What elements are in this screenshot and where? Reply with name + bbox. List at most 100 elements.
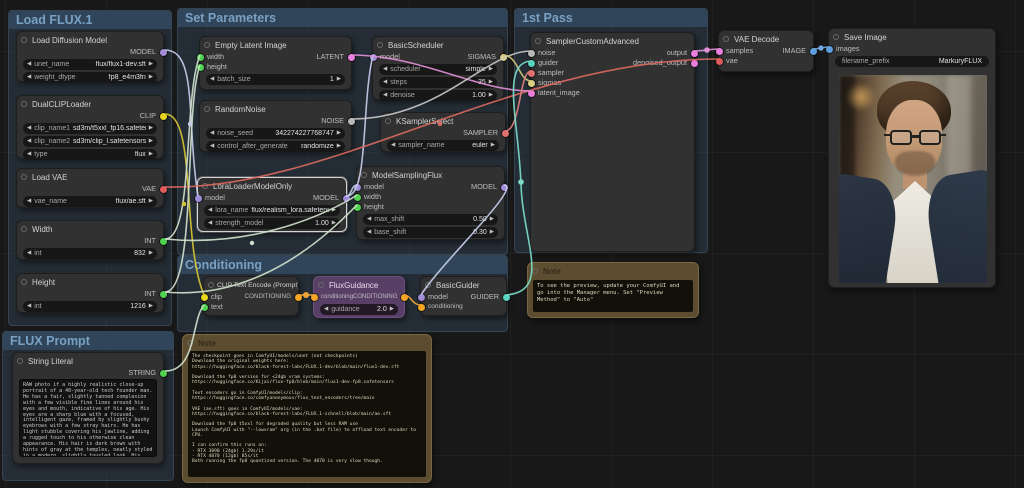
widget-int[interactable]: ◀ int 832 ▶ (23, 248, 157, 259)
node-title[interactable]: CLIP Text Encode (Prompt) (204, 277, 298, 292)
left-arrow-icon[interactable]: ◀ (27, 125, 31, 132)
widget-strength-model[interactable]: ◀ strength_model 1.00 ▶ (204, 218, 340, 229)
widget-vae-name[interactable]: ◀ vae_name flux/ae.sft ▶ (23, 196, 157, 207)
vae-input-port[interactable] (715, 57, 723, 65)
noise-input-port[interactable] (527, 49, 535, 57)
right-arrow-icon[interactable]: ▶ (149, 250, 153, 257)
node-clip-text-encode[interactable]: CLIP Text Encode (Prompt) clip CONDITIONI… (200, 276, 302, 316)
sampler-input-port[interactable] (527, 69, 535, 77)
node-note-preview[interactable]: Note To see the preview, update your Com… (527, 262, 699, 318)
latent-output-port[interactable] (347, 53, 355, 61)
node-load-vae[interactable]: Load VAE VAE ◀ vae_name flux/ae.sft ▶ (16, 168, 167, 208)
node-sampler-custom-advanced[interactable]: SamplerCustomAdvanced noise output guider… (527, 32, 698, 252)
node-save-image[interactable]: Save Image images filename_prefix Markury… (825, 28, 996, 288)
comfyui-node-graph-canvas[interactable]: Load FLUX.1 Set Parameters 1st Pass Cond… (0, 0, 1024, 488)
node-title[interactable]: KSamplerSelect (381, 113, 505, 128)
widget-clip-name1[interactable]: ◀clip_name1sd3m/t5xxl_fp16.safetensors▶ (23, 123, 157, 134)
model-output-port[interactable] (342, 194, 350, 202)
group-flux-prompt-header[interactable]: FLUX Prompt (3, 332, 173, 350)
right-arrow-icon[interactable]: ▶ (489, 92, 493, 99)
right-arrow-icon[interactable]: ▶ (332, 220, 336, 227)
node-model-sampling-flux[interactable]: ModelSamplingFlux model MODEL width heigh… (353, 166, 508, 240)
text-input-port[interactable] (200, 303, 208, 311)
node-title[interactable]: Load VAE (17, 169, 163, 184)
width-input-port[interactable] (353, 193, 361, 201)
node-height[interactable]: Height INT ◀ int 1216 ▶ (16, 273, 167, 313)
right-arrow-icon[interactable]: ▶ (149, 138, 153, 145)
right-arrow-icon[interactable]: ▶ (489, 79, 493, 86)
node-width[interactable]: Width INT ◀ int 832 ▶ (16, 220, 167, 260)
widget-guidance[interactable]: ◀ guidance 2.0 ▶ (320, 304, 398, 315)
right-arrow-icon[interactable]: ▶ (337, 130, 341, 137)
right-arrow-icon[interactable]: ▶ (149, 151, 153, 158)
node-load-diffusion-model[interactable]: Load Diffusion Model MODEL ◀ unet_name flu… (16, 31, 167, 83)
right-arrow-icon[interactable]: ▶ (149, 198, 153, 205)
left-arrow-icon[interactable]: ◀ (27, 250, 31, 257)
node-title[interactable]: Height (17, 274, 163, 289)
node-title[interactable]: Note (528, 263, 698, 278)
node-dual-clip-loader[interactable]: DualCLIPLoader CLIP ◀ clip_name1 sd3m/t5xx… (16, 95, 167, 160)
int-output-port[interactable] (159, 237, 167, 245)
right-arrow-icon[interactable]: ▶ (490, 216, 494, 223)
node-flux-guidance[interactable]: FluxGuidance conditioning CONDITIONING ◀ g… (310, 276, 408, 318)
left-arrow-icon[interactable]: ◀ (208, 207, 212, 214)
node-vae-decode[interactable]: VAE Decode samples IMAGE vae (715, 30, 817, 72)
model-input-port[interactable] (369, 53, 377, 61)
node-random-noise[interactable]: RandomNoise NOISE ◀ noise_seed 34227422776… (199, 100, 355, 152)
right-arrow-icon[interactable]: ▶ (491, 142, 495, 149)
left-arrow-icon[interactable]: ◀ (383, 66, 387, 73)
samples-input-port[interactable] (715, 47, 723, 55)
sigmas-output-port[interactable] (499, 53, 507, 61)
clip-input-port[interactable] (200, 293, 208, 301)
widget-weight-dtype[interactable]: ◀ weight_dtype fp8_e4m3fn ▶ (23, 72, 157, 83)
node-title[interactable]: Width (17, 221, 163, 236)
left-arrow-icon[interactable]: ◀ (27, 198, 31, 205)
node-basic-scheduler[interactable]: BasicScheduler model SIGMAS ◀ scheduler sim… (369, 36, 507, 101)
widget-int[interactable]: ◀ int 1216 ▶ (23, 301, 157, 312)
denoised-output-port[interactable] (690, 59, 698, 67)
widget-base-shift[interactable]: ◀ base_shift 0.30 ▶ (363, 227, 498, 238)
widget-noise-seed[interactable]: ◀ noise_seed 342274227768747 ▶ (206, 128, 345, 139)
model-input-port[interactable] (194, 194, 202, 202)
model-output-port[interactable] (159, 48, 167, 56)
right-arrow-icon[interactable]: ▶ (390, 306, 394, 313)
right-arrow-icon[interactable]: ▶ (149, 125, 153, 132)
node-lora-loader-model-only[interactable]: LoraLoaderModelOnly model MODEL ◀ lora_nam… (194, 177, 350, 232)
widget-denoise[interactable]: ◀ denoise 1.00 ▶ (379, 90, 497, 101)
widget-lora-name[interactable]: ◀lora_nameflux/realism_lora.safetensors ▶ (204, 205, 340, 216)
left-arrow-icon[interactable]: ◀ (27, 61, 31, 68)
node-basic-guider[interactable]: BasicGuider model GUIDER conditioning (417, 276, 510, 316)
node-title[interactable]: VAE Decode (719, 31, 813, 46)
clip-output-port[interactable] (159, 112, 167, 120)
latent-image-input-port[interactable] (527, 89, 535, 97)
model-input-port[interactable] (353, 183, 361, 191)
node-ksampler-select[interactable]: KSamplerSelect SAMPLER ◀ sampler_name eule… (380, 112, 509, 152)
group-load-flux-header[interactable]: Load FLUX.1 (9, 11, 171, 29)
node-empty-latent-image[interactable]: Empty Latent Image width LATENT height ◀ b… (196, 36, 355, 90)
images-input-port[interactable] (825, 45, 833, 53)
height-input-port[interactable] (353, 203, 361, 211)
conditioning-input-port[interactable] (310, 293, 318, 301)
node-title[interactable]: DualCLIPLoader (17, 96, 163, 111)
left-arrow-icon[interactable]: ◀ (27, 74, 31, 81)
sigmas-input-port[interactable] (527, 79, 535, 87)
right-arrow-icon[interactable]: ▶ (149, 61, 153, 68)
node-title[interactable]: ModelSamplingFlux (357, 167, 504, 182)
model-output-port[interactable] (500, 183, 508, 191)
sampler-output-port[interactable] (501, 129, 509, 137)
widget-filename-prefix[interactable]: filename_prefix MarkuryFLUX (835, 56, 989, 67)
widget-control-after-generate[interactable]: ◀ control_after_generate randomize ▶ (206, 141, 345, 152)
node-title[interactable]: Save Image (829, 29, 995, 44)
left-arrow-icon[interactable]: ◀ (210, 76, 214, 83)
image-output-port[interactable] (809, 47, 817, 55)
left-arrow-icon[interactable]: ◀ (27, 303, 31, 310)
conditioning-output-port[interactable] (294, 293, 302, 301)
widget-unet-name[interactable]: ◀ unet_name flux/flux1-dev.sft ▶ (23, 59, 157, 70)
right-arrow-icon[interactable]: ▶ (149, 74, 153, 81)
vae-output-port[interactable] (159, 185, 167, 193)
conditioning-input-port[interactable] (417, 303, 425, 311)
left-arrow-icon[interactable]: ◀ (391, 142, 395, 149)
widget-steps[interactable]: ◀ steps 35 ▶ (379, 77, 497, 88)
widget-sampler-name[interactable]: ◀ sampler_name euler ▶ (387, 140, 499, 151)
left-arrow-icon[interactable]: ◀ (208, 220, 212, 227)
